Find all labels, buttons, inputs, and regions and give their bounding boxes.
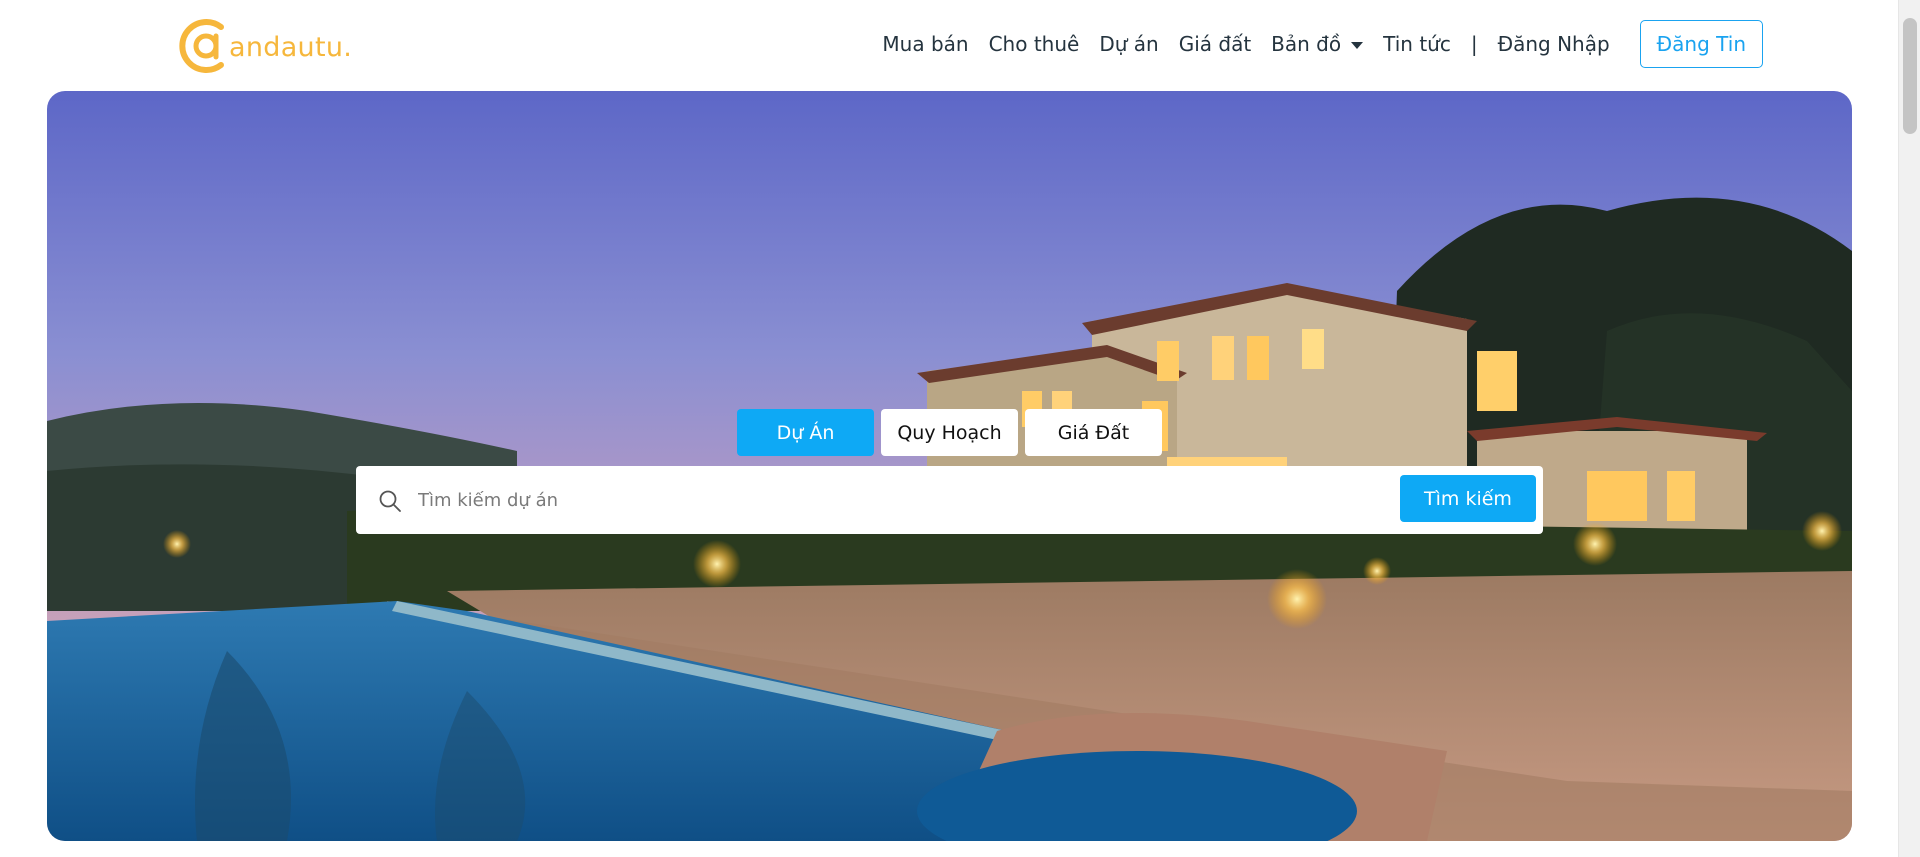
nav-item-gia-dat[interactable]: Giá đất xyxy=(1169,32,1261,56)
search-button[interactable]: Tìm kiếm xyxy=(1400,475,1536,522)
site-header: andautu. Mua bán Cho thuê Dự án Giá đất … xyxy=(0,0,1898,90)
page-scrollbar[interactable] xyxy=(1898,0,1920,857)
logo-text: andautu. xyxy=(229,31,353,63)
chevron-down-icon xyxy=(1351,41,1364,49)
page: andautu. Mua bán Cho thuê Dự án Giá đất … xyxy=(0,0,1920,857)
tab-gia-dat[interactable]: Giá Đất xyxy=(1025,409,1162,456)
nav-item-ban-do[interactable]: Bản đồ xyxy=(1261,32,1373,56)
post-listing-button[interactable]: Đăng Tin xyxy=(1639,20,1763,68)
nav-item-tin-tuc[interactable]: Tin tức xyxy=(1373,32,1461,56)
search-tabs: Dự Án Quy Hoạch Giá Đất xyxy=(737,409,1162,456)
tab-quy-hoach[interactable]: Quy Hoạch xyxy=(881,409,1018,456)
nav-item-cho-thue[interactable]: Cho thuê xyxy=(979,32,1090,56)
logo-icon xyxy=(175,17,233,75)
main-nav: Mua bán Cho thuê Dự án Giá đất Bản đồ Ti… xyxy=(872,20,1763,68)
search-icon xyxy=(378,489,402,513)
nav-item-du-an[interactable]: Dự án xyxy=(1089,32,1168,56)
nav-item-ban-do-label: Bản đồ xyxy=(1271,32,1342,56)
search-input[interactable] xyxy=(418,480,1418,520)
scrollbar-thumb[interactable] xyxy=(1903,18,1917,134)
nav-item-mua-ban[interactable]: Mua bán xyxy=(872,32,978,56)
login-link[interactable]: Đăng Nhập xyxy=(1488,32,1620,56)
hero-banner: Dự Án Quy Hoạch Giá Đất Tìm kiếm xyxy=(47,91,1852,841)
search-bar: Tìm kiếm xyxy=(356,466,1543,534)
site-logo[interactable]: andautu. xyxy=(175,16,352,76)
tab-du-an[interactable]: Dự Án xyxy=(737,409,874,456)
nav-separator: | xyxy=(1470,32,1478,56)
